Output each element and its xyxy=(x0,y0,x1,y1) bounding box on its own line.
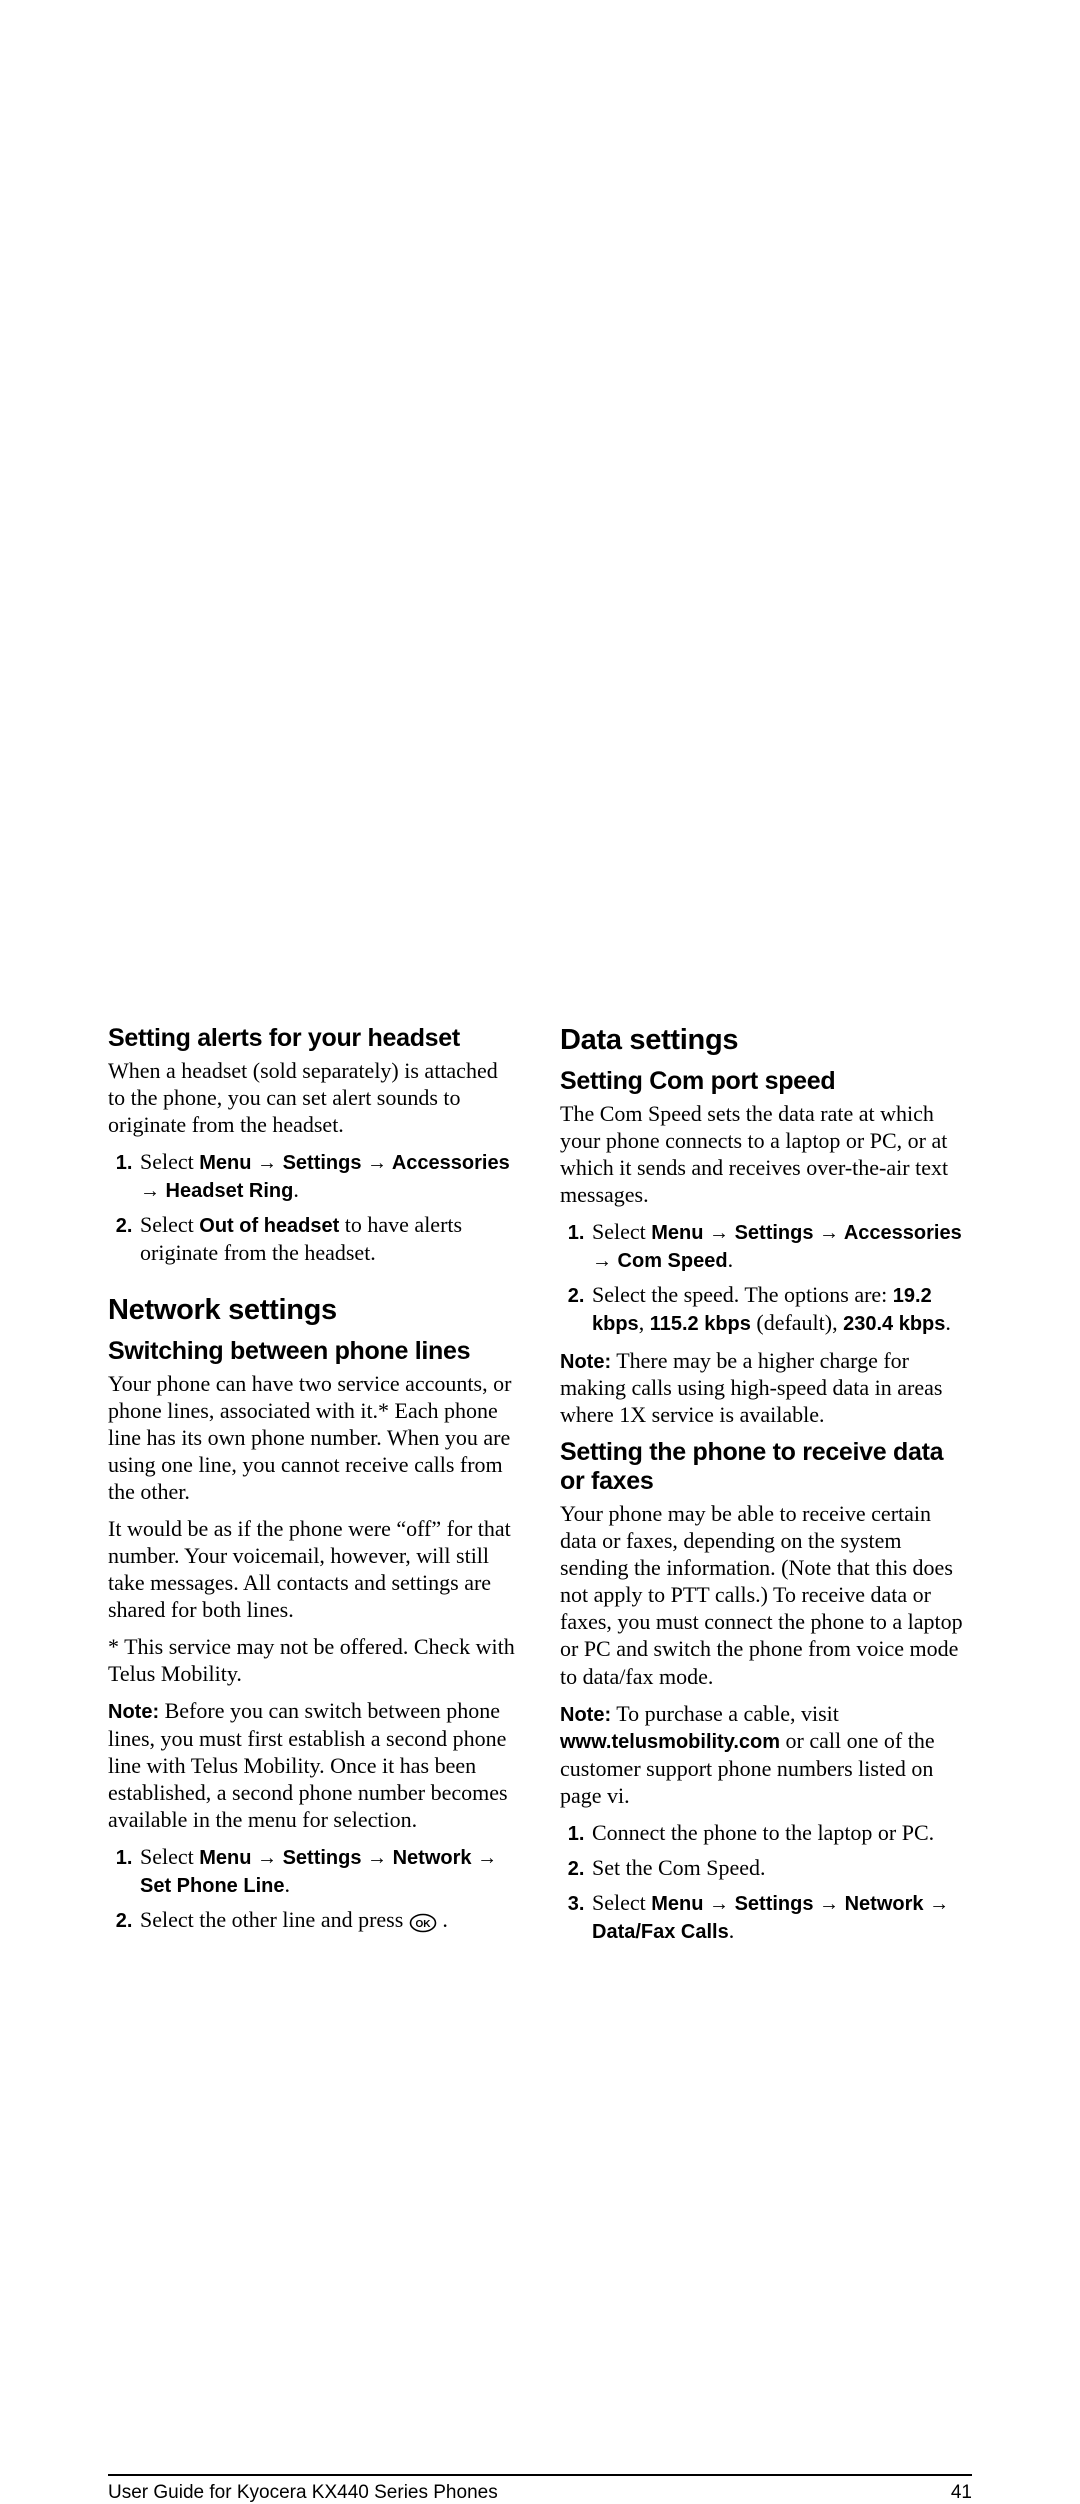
ordered-list: Select Menu → Settings → Network → Set P… xyxy=(108,1843,520,1939)
list-item: Select Menu → Settings → Network → Set P… xyxy=(138,1843,520,1898)
heading-network-settings: Network settings xyxy=(108,1294,520,1327)
ordered-list: Select Menu → Settings → Accessories → H… xyxy=(108,1148,520,1266)
heading-headset-alerts: Setting alerts for your headset xyxy=(108,1024,520,1053)
text: . xyxy=(728,1247,734,1272)
bold-text: 115.2 kbps xyxy=(650,1313,751,1335)
paragraph: * This service may not be offered. Check… xyxy=(108,1633,520,1687)
text: Select xyxy=(140,1212,199,1237)
text: . xyxy=(945,1310,951,1335)
ordered-list: Connect the phone to the laptop or PC. S… xyxy=(560,1819,972,1944)
text: . xyxy=(293,1177,299,1202)
list-item: Connect the phone to the laptop or PC. xyxy=(590,1819,972,1846)
text: (default), xyxy=(751,1310,843,1335)
heading-com-port: Setting Com port speed xyxy=(560,1067,972,1096)
right-column: Data settings Setting Com port speed The… xyxy=(560,1024,972,1954)
bold-text: Out of headset xyxy=(199,1215,339,1237)
heading-receive-data-fax: Setting the phone to receive data or fax… xyxy=(560,1438,972,1496)
paragraph: It would be as if the phone were “off” f… xyxy=(108,1515,520,1623)
text: Before you can switch between phone line… xyxy=(108,1698,508,1832)
paragraph: Your phone can have two service accounts… xyxy=(108,1370,520,1505)
text: . xyxy=(437,1907,448,1932)
list-item: Select the speed. The options are: 19.2 … xyxy=(590,1281,972,1336)
text: Select xyxy=(592,1890,651,1915)
svg-text:OK: OK xyxy=(415,1919,431,1930)
page-number: 41 xyxy=(951,2482,972,2504)
text: . xyxy=(284,1872,290,1897)
bold-text: 230.4 kbps xyxy=(843,1313,945,1335)
paragraph: When a headset (sold separately) is atta… xyxy=(108,1057,520,1138)
heading-data-settings: Data settings xyxy=(560,1024,972,1057)
paragraph: Your phone may be able to receive certai… xyxy=(560,1500,972,1689)
footer-title: User Guide for Kyocera KX440 Series Phon… xyxy=(108,2482,498,2504)
text: Select the speed. The options are: xyxy=(592,1282,893,1307)
list-item: Select the other line and press OK . xyxy=(138,1906,520,1939)
text: Select xyxy=(140,1844,199,1869)
list-item: Select Out of headset to have alerts ori… xyxy=(138,1211,520,1266)
list-item: Select Menu → Settings → Network → Data/… xyxy=(590,1889,972,1944)
note-label: Note: xyxy=(560,1704,611,1726)
page-content: Setting alerts for your headset When a h… xyxy=(108,1024,972,1954)
note-label: Note: xyxy=(560,1351,611,1373)
paragraph: The Com Speed sets the data rate at whic… xyxy=(560,1100,972,1208)
text: There may be a higher charge for making … xyxy=(560,1348,942,1428)
note-paragraph: Note: To purchase a cable, visit www.tel… xyxy=(560,1700,972,1809)
text: Select xyxy=(592,1219,651,1244)
list-item: Select Menu → Settings → Accessories → C… xyxy=(590,1218,972,1273)
list-item: Set the Com Speed. xyxy=(590,1854,972,1881)
page-footer: User Guide for Kyocera KX440 Series Phon… xyxy=(108,2474,972,2504)
note-label: Note: xyxy=(108,1701,159,1723)
text: Select the other line and press xyxy=(140,1907,409,1932)
columns: Setting alerts for your headset When a h… xyxy=(108,1024,972,1954)
heading-switching-lines: Switching between phone lines xyxy=(108,1337,520,1366)
note-paragraph: Note: There may be a higher charge for m… xyxy=(560,1347,972,1429)
left-column: Setting alerts for your headset When a h… xyxy=(108,1024,520,1954)
ok-key-icon: OK xyxy=(409,1912,437,1939)
note-paragraph: Note: Before you can switch between phon… xyxy=(108,1697,520,1833)
text: Select xyxy=(140,1149,199,1174)
text: To purchase a cable, visit xyxy=(611,1701,839,1726)
text: , xyxy=(639,1310,650,1335)
text: . xyxy=(729,1918,735,1943)
bold-text: www.telusmobility.com xyxy=(560,1731,780,1753)
ordered-list: Select Menu → Settings → Accessories → C… xyxy=(560,1218,972,1336)
list-item: Select Menu → Settings → Accessories → H… xyxy=(138,1148,520,1203)
